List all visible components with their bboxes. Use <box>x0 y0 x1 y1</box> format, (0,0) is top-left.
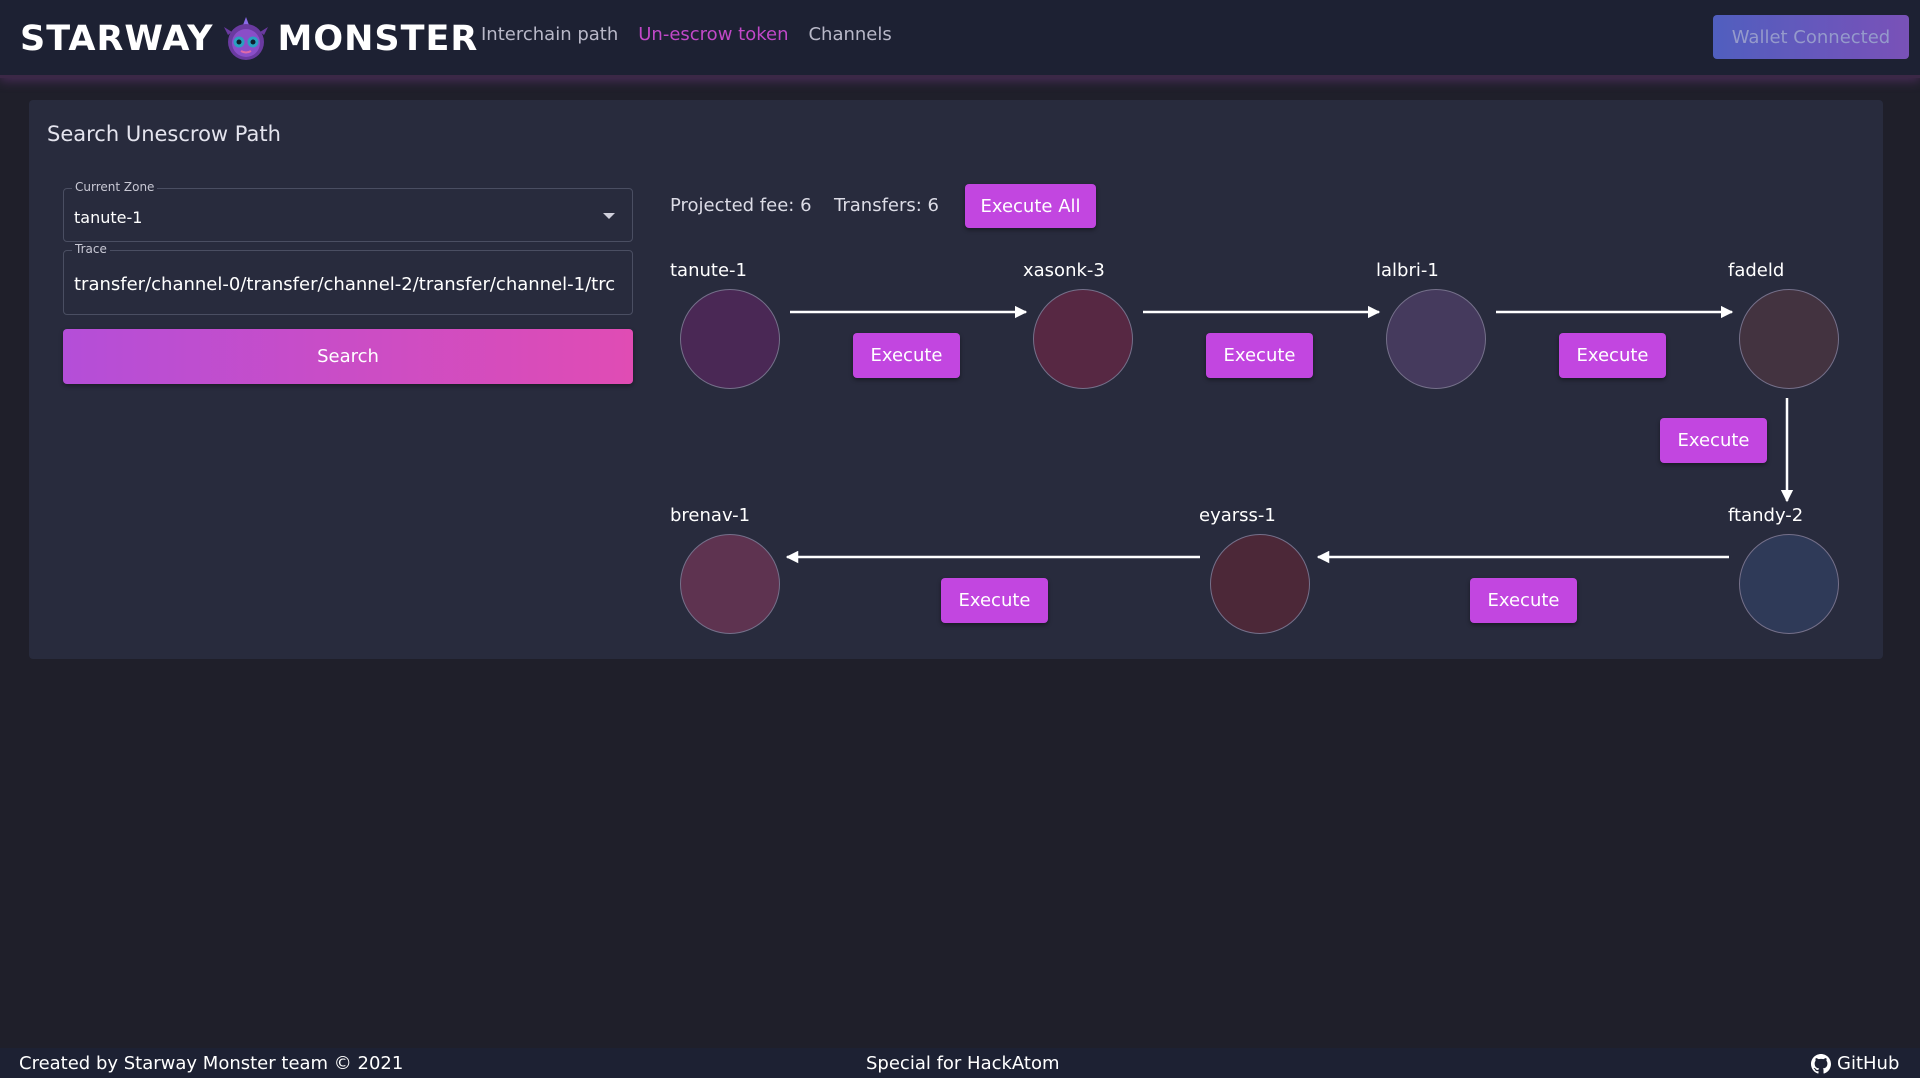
execute-button[interactable]: Execute <box>1470 578 1577 623</box>
execute-button[interactable]: Execute <box>853 333 960 378</box>
execute-button[interactable]: Execute <box>1206 333 1313 378</box>
node-xasonk-3 <box>1033 289 1133 389</box>
execute-button[interactable]: Execute <box>1660 418 1767 463</box>
app-logo[interactable]: STARWAY MONSTER <box>20 14 478 64</box>
node-label-fadeld: fadeld <box>1728 260 1785 281</box>
wallet-connected-button[interactable]: Wallet Connected <box>1713 15 1909 59</box>
nav-unescrow-token[interactable]: Un-escrow token <box>638 24 788 45</box>
path-arrows <box>785 305 1794 564</box>
footer-special: Special for HackAtom <box>866 1053 1060 1074</box>
top-header: STARWAY MONSTER Interchain path Un-escro… <box>0 0 1920 78</box>
logo-text-left: STARWAY <box>20 19 214 59</box>
node-label-lalbri-1: lalbri-1 <box>1376 260 1439 281</box>
node-label-xasonk-3: xasonk-3 <box>1023 260 1105 281</box>
node-eyarss-1 <box>1210 534 1310 634</box>
execute-button[interactable]: Execute <box>941 578 1048 623</box>
execute-button[interactable]: Execute <box>1559 333 1666 378</box>
node-brenav-1 <box>680 534 780 634</box>
monster-mascot-icon <box>223 17 268 60</box>
node-tanute-1 <box>680 289 780 389</box>
node-fadeld <box>1739 289 1839 389</box>
github-link[interactable]: GitHub <box>1811 1053 1899 1074</box>
node-label-brenav-1: brenav-1 <box>670 505 751 526</box>
node-label-ftandy-2: ftandy-2 <box>1728 505 1804 526</box>
main-nav: Interchain path Un-escrow token Channels <box>481 24 892 45</box>
footer: Created by Starway Monster team © 2021 S… <box>0 1048 1920 1078</box>
nav-channels[interactable]: Channels <box>808 24 891 45</box>
nav-interchain-path[interactable]: Interchain path <box>481 24 618 45</box>
node-label-eyarss-1: eyarss-1 <box>1199 505 1276 526</box>
github-label: GitHub <box>1837 1053 1900 1074</box>
footer-credit: Created by Starway Monster team © 2021 <box>19 1053 404 1074</box>
node-label-tanute-1: tanute-1 <box>670 260 747 281</box>
github-icon <box>1811 1053 1831 1074</box>
node-lalbri-1 <box>1386 289 1486 389</box>
node-ftandy-2 <box>1739 534 1839 634</box>
logo-text-right: MONSTER <box>277 19 479 59</box>
unescrow-panel: Search Unescrow Path Current Zone tanute… <box>29 100 1883 659</box>
